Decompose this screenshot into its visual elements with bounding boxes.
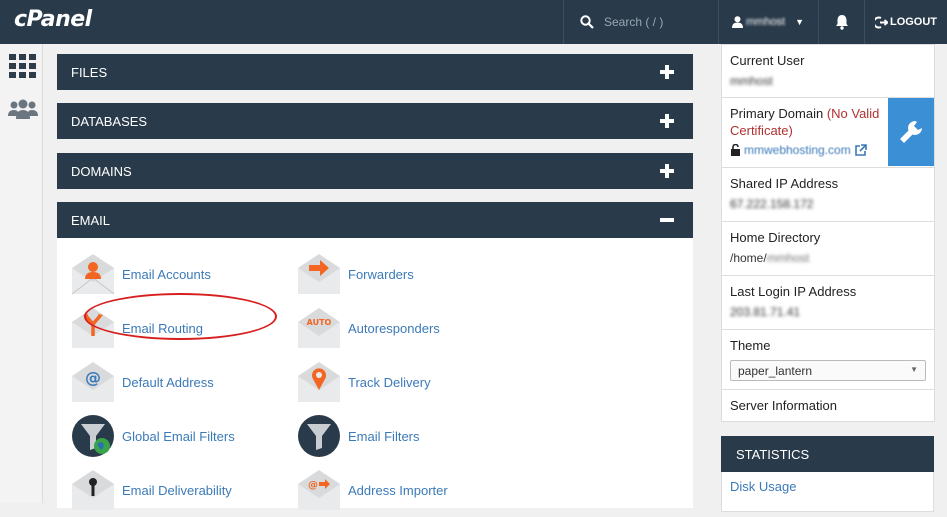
track-delivery-icon [296,360,342,404]
svg-text:@: @ [308,480,318,491]
user-icon [732,16,743,28]
logout-label: LOGOUT [889,16,938,28]
item-label: Email Filters [348,428,420,444]
wrench-icon [900,121,922,143]
email-deliverability-item[interactable]: Email Deliverability [70,467,232,513]
chevron-down-icon: ▼ [910,365,918,374]
notifications-button[interactable] [818,0,864,44]
server-info-block: Server Information [721,390,935,422]
panel-databases[interactable]: DATABASES [57,103,693,139]
default-address-item[interactable]: @ Default Address [70,359,214,405]
users-icon[interactable] [7,99,39,119]
chevron-down-icon: ▼ [795,17,805,27]
left-rail [0,44,43,503]
plus-icon[interactable] [657,111,677,131]
forwarders-icon [296,252,342,296]
last-login-label: Last Login IP Address [730,284,857,299]
main-content: FILES DATABASES DOMAINS EMAIL Email Acco… [43,44,720,510]
grid-icon[interactable] [9,54,36,78]
search-placeholder: Search ( / ) [604,15,664,29]
email-filters-item[interactable]: Email Filters [296,413,420,459]
external-link-icon[interactable] [854,143,867,157]
shared-ip-block: Shared IP Address 67.222.158.172 [721,168,935,222]
theme-label: Theme [730,338,771,353]
panel-title: DOMAINS [71,163,132,179]
username: mmhost [746,16,786,28]
theme-select[interactable]: paper_lantern ▼ [730,360,926,381]
primary-domain-label: Primary Domain (No Valid Certificate) [730,105,880,139]
item-label: Email Accounts [122,266,211,282]
minus-icon[interactable] [657,210,677,230]
search-icon [580,15,594,29]
bell-icon [835,15,848,30]
plus-icon[interactable] [657,62,677,82]
email-accounts-icon [70,252,116,296]
home-directory-value: /home/mmhost [730,250,926,266]
track-delivery-item[interactable]: Track Delivery [296,359,431,405]
plus-icon[interactable] [657,161,677,181]
home-directory-block: Home Directory /home/mmhost [721,222,935,276]
forwarders-item[interactable]: Forwarders [296,251,414,297]
highlight-annotation [84,293,277,340]
primary-domain-text: Primary Domain [730,106,824,121]
home-dir-user: mmhost [766,251,810,265]
item-label: Global Email Filters [122,428,235,444]
current-user-label: Current User [730,53,805,68]
current-user-value: mmhost [730,74,773,88]
theme-value: paper_lantern [738,364,813,378]
global-filters-icon [70,414,116,458]
logout-icon [874,16,888,28]
panel-title: FILES [71,64,108,80]
server-information-link[interactable]: Server Information [730,397,926,414]
domain-link[interactable]: mmwebhosting.com [744,142,851,158]
item-label: Default Address [122,374,214,390]
email-filters-icon [296,414,342,458]
item-label: Forwarders [348,266,414,282]
home-dir-prefix: /home/ [730,251,767,265]
panel-domains[interactable]: DOMAINS [57,153,693,189]
panel-title: EMAIL [71,212,111,228]
statistics-header: STATISTICS [721,436,934,472]
default-address-icon: @ [70,360,116,404]
autoresponders-icon: AUTO [296,306,342,350]
shared-ip-label: Shared IP Address [730,176,839,191]
email-panel-body: Email Accounts Email Routing @ Default A… [57,238,693,510]
item-label: Email Deliverability [122,482,232,498]
statistics-body: Disk Usage [721,472,934,512]
svg-text:@: @ [85,368,101,387]
item-label: Address Importer [348,482,448,498]
address-importer-icon: @ [296,468,342,512]
top-bar: cPanel Search ( / ) mmhost ▼ LOGOUT [0,0,947,44]
theme-block: Theme paper_lantern ▼ [721,330,935,390]
last-login-block: Last Login IP Address 203.81.71.41 [721,276,935,330]
address-importer-item[interactable]: @ Address Importer [296,467,448,513]
current-user-block: Current User mmhost [721,44,935,98]
autoresponders-item[interactable]: AUTO Autoresponders [296,305,440,351]
general-info-sidebar: Current User mmhost Primary Domain (No V… [721,44,935,512]
cpanel-logo[interactable]: cPanel [14,7,92,32]
item-label: Track Delivery [348,374,431,390]
last-login-value: 203.81.71.41 [730,305,801,319]
disk-usage-link[interactable]: Disk Usage [730,479,796,494]
statistics-title: STATISTICS [736,446,810,462]
panel-title: DATABASES [71,113,148,129]
global-email-filters-item[interactable]: Global Email Filters [70,413,235,459]
email-accounts-item[interactable]: Email Accounts [70,251,211,297]
svg-text:AUTO: AUTO [307,318,332,327]
shared-ip-value: 67.222.158.172 [730,197,814,211]
logout-button[interactable]: LOGOUT [864,0,947,44]
search-box[interactable]: Search ( / ) [563,0,718,44]
home-directory-label: Home Directory [730,230,821,245]
user-menu[interactable]: mmhost ▼ [718,0,818,44]
email-deliverability-icon [70,468,116,512]
panel-files[interactable]: FILES [57,54,693,90]
domain-settings-button[interactable] [888,98,934,166]
item-label: Autoresponders [348,320,440,336]
primary-domain-block: Primary Domain (No Valid Certificate) mm… [721,98,935,168]
unlock-icon [731,144,740,156]
panel-email[interactable]: EMAIL [57,202,693,238]
